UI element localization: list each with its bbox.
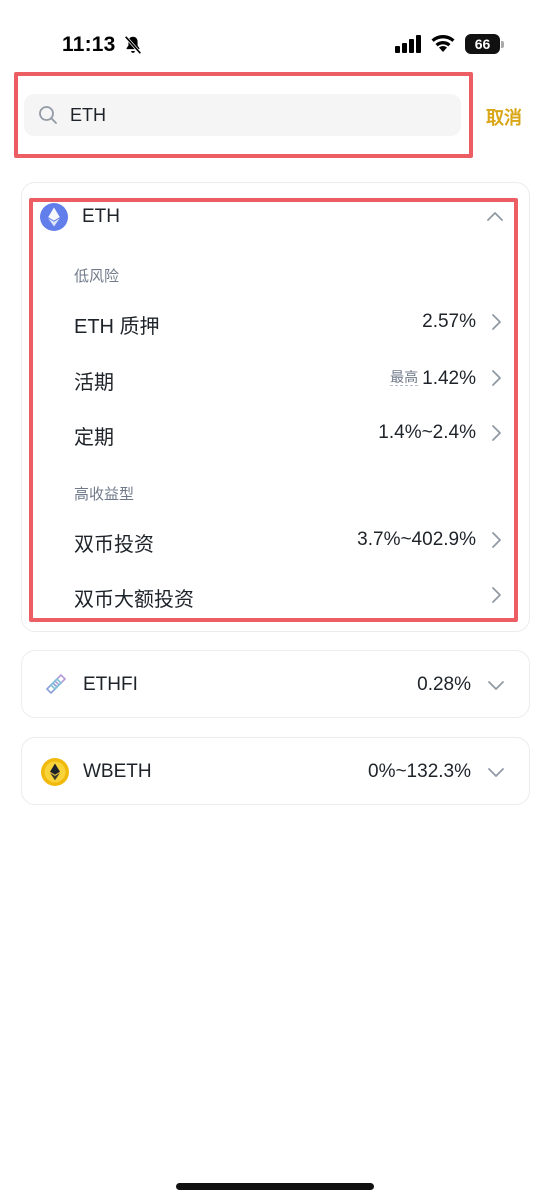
section-label-high-yield: 高收益型 bbox=[74, 486, 135, 503]
wbeth-coin-name: WBETH bbox=[83, 761, 152, 782]
wbeth-card[interactable]: WBETH 0%~132.3% bbox=[21, 737, 530, 805]
chevron-right-icon bbox=[492, 314, 501, 330]
section-label-low-risk: 低风险 bbox=[74, 268, 120, 285]
ethfi-icon bbox=[45, 673, 67, 695]
status-bar: 11:13 66 bbox=[0, 0, 551, 70]
product-rate-value: 1.42% bbox=[422, 368, 476, 389]
wbeth-rate: 0%~132.3% bbox=[368, 761, 471, 782]
wifi-icon bbox=[431, 35, 455, 52]
chevron-right-icon bbox=[492, 532, 501, 548]
rate-prefix-max[interactable]: 最高 bbox=[390, 369, 419, 386]
product-rate-value: 2.57% bbox=[422, 311, 476, 332]
product-rate: 1.4%~2.4% bbox=[378, 422, 476, 444]
search-input[interactable] bbox=[70, 94, 450, 136]
home-indicator bbox=[176, 1183, 374, 1190]
search-icon bbox=[39, 106, 57, 124]
search-box[interactable] bbox=[24, 94, 461, 136]
battery-level: 66 bbox=[465, 34, 500, 54]
product-rate-value: 3.7%~402.9% bbox=[357, 529, 476, 550]
product-name: 双币大额投资 bbox=[74, 589, 194, 611]
product-row-dual-investment[interactable]: 双币投资 3.7%~402.9% bbox=[40, 518, 510, 562]
product-rate: 2.57% bbox=[422, 311, 476, 333]
chevron-down-icon[interactable] bbox=[487, 763, 505, 781]
chevron-right-icon bbox=[492, 370, 501, 386]
ethereum-icon bbox=[40, 203, 68, 231]
product-name: ETH 质押 bbox=[74, 316, 160, 338]
chevron-down-icon[interactable] bbox=[487, 676, 505, 694]
ethfi-rate: 0.28% bbox=[417, 674, 471, 695]
wbeth-icon bbox=[41, 758, 69, 786]
status-time: 11:13 bbox=[62, 33, 116, 56]
product-row-flexible[interactable]: 活期 最高 1.42% bbox=[40, 356, 510, 400]
product-name: 双币投资 bbox=[74, 534, 154, 556]
product-row-fixed[interactable]: 定期 1.4%~2.4% bbox=[40, 411, 510, 455]
battery-tip bbox=[501, 41, 504, 48]
ethfi-card[interactable]: ETHFI 0.28% bbox=[21, 650, 530, 718]
cancel-button[interactable]: 取消 bbox=[486, 104, 522, 130]
cellular-signal-icon bbox=[395, 35, 421, 53]
chevron-right-icon bbox=[492, 425, 501, 441]
chevron-up-icon[interactable] bbox=[486, 208, 504, 226]
product-rate-value: 1.4%~2.4% bbox=[378, 422, 476, 443]
product-row-eth-staking[interactable]: ETH 质押 2.57% bbox=[40, 300, 510, 344]
bell-off-icon bbox=[124, 35, 142, 55]
ethfi-coin-name: ETHFI bbox=[83, 674, 138, 695]
battery-indicator: 66 bbox=[465, 34, 505, 54]
product-rate: 3.7%~402.9% bbox=[357, 529, 476, 551]
chevron-right-icon bbox=[492, 587, 501, 603]
product-name: 活期 bbox=[74, 372, 114, 394]
eth-coin-name: ETH bbox=[82, 206, 120, 227]
product-name: 定期 bbox=[74, 427, 114, 449]
product-rate: 最高 1.42% bbox=[390, 367, 476, 390]
product-row-dual-investment-large[interactable]: 双币大额投资 bbox=[40, 573, 510, 617]
